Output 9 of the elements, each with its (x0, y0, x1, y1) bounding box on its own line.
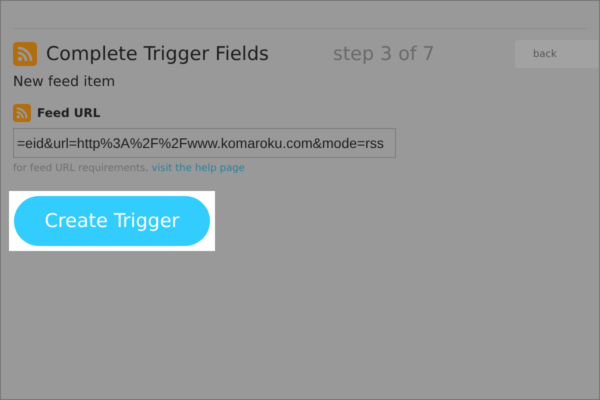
create-trigger-button[interactable]: Create Trigger (14, 196, 210, 246)
page-title: Complete Trigger Fields (46, 43, 269, 65)
field-label: Feed URL (37, 106, 100, 120)
help-link[interactable]: visit the help page (152, 163, 245, 174)
rss-icon (13, 42, 37, 66)
back-button[interactable]: back (515, 40, 599, 68)
rss-icon (13, 104, 31, 122)
trigger-subtitle: New feed item (13, 74, 116, 90)
feed-url-field[interactable]: =eid&url=http%3A%2F%2Fwww.komaroku.com&mode=rss (13, 128, 396, 158)
